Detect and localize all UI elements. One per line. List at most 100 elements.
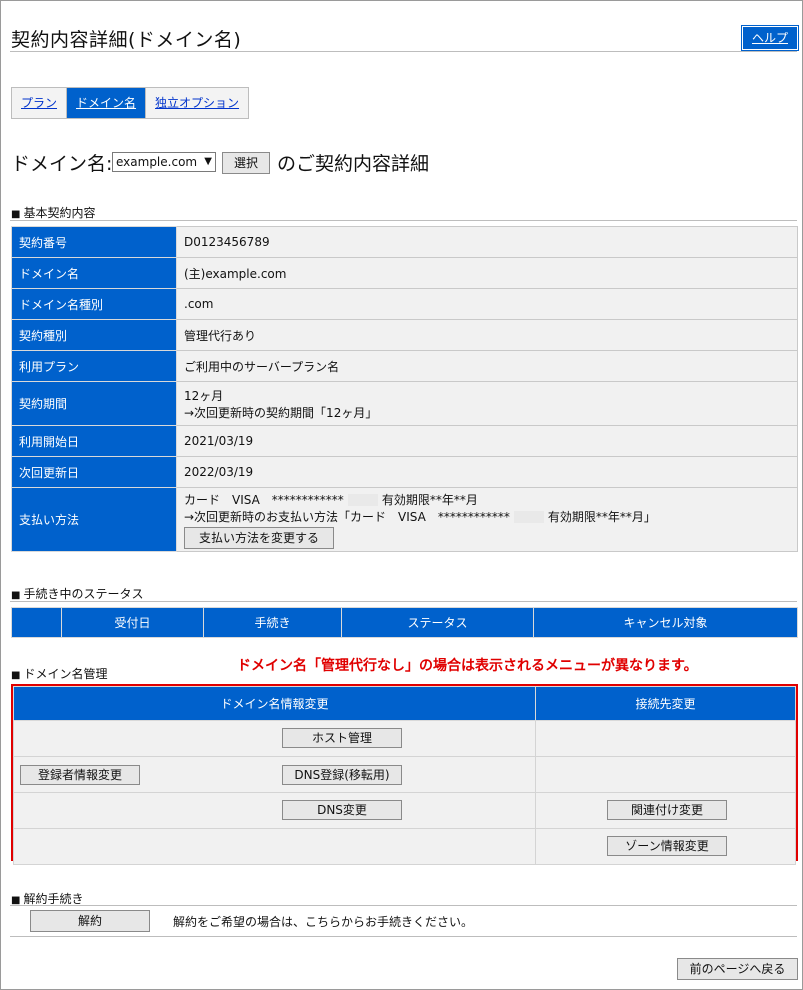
dns-register-button[interactable]: DNS登録(移転用) (282, 765, 402, 785)
cancel-contract-button[interactable]: 解約 (30, 910, 150, 932)
table-row: ドメイン名 (主)example.com (11, 257, 798, 289)
payment-next-expiry: 有効期限**年**月」 (547, 509, 656, 524)
masked-gap (513, 511, 544, 523)
row-value: D0123456789 (176, 226, 798, 258)
table-row: 登録者情報変更 DNS登録(移転用) (13, 756, 796, 793)
title-divider (10, 51, 797, 52)
domain-select-value: example.com (116, 155, 198, 169)
management-cell (535, 720, 796, 757)
management-cell (535, 756, 796, 793)
row-key: ドメイン名種別 (11, 288, 177, 320)
row-key: 契約種別 (11, 319, 177, 351)
tab-domain[interactable]: ドメイン名 (67, 88, 147, 118)
payment-next-card: →次回更新時のお支払い方法「カード VISA ************ (184, 509, 510, 524)
status-col-empty (11, 607, 62, 638)
masked-gap (347, 494, 378, 506)
host-management-button[interactable]: ホスト管理 (282, 728, 402, 748)
management-cell: 関連付け変更 (535, 792, 796, 829)
row-value: 2021/03/19 (176, 425, 798, 457)
table-row: ホスト管理 (13, 720, 796, 757)
chevron-down-icon: ▼ (204, 156, 212, 167)
table-header-row: ドメイン名情報変更 接続先変更 (13, 686, 796, 721)
management-cell: ゾーン情報変更 (535, 828, 796, 865)
contract-tabs: プラン ドメイン名 独立オプション (11, 87, 250, 119)
domain-label: ドメイン名: (11, 153, 113, 175)
row-key: 支払い方法 (11, 487, 177, 552)
row-value: 2022/03/19 (176, 456, 798, 488)
payment-card: カード VISA ************ (184, 492, 344, 507)
table-row: 契約期間 12ヶ月 →次回更新時の契約期間「12ヶ月」 (11, 381, 798, 426)
basic-section-title: 基本契約内容 (23, 206, 96, 220)
status-table: 受付日 手続き ステータス キャンセル対象 (11, 607, 798, 638)
square-bullet-icon: ■ (11, 670, 21, 681)
row-key: 利用プラン (11, 350, 177, 382)
row-value: (主)example.com (176, 257, 798, 289)
domain-select[interactable]: example.com ▼ (112, 152, 216, 172)
status-col-cancel: キャンセル対象 (533, 607, 798, 638)
management-cell: DNS変更 (13, 792, 536, 829)
tab-independent-option[interactable]: 独立オプション (146, 88, 249, 118)
registrant-info-button[interactable]: 登録者情報変更 (20, 765, 140, 785)
management-cell (13, 828, 536, 865)
row-key: 契約番号 (11, 226, 177, 258)
table-row: 支払い方法 カード VISA ************ 有効期限**年**月 →次… (11, 487, 798, 552)
square-bullet-icon: ■ (11, 209, 21, 220)
square-bullet-icon: ■ (11, 590, 21, 601)
row-key: 次回更新日 (11, 456, 177, 488)
basic-section-rule (10, 220, 797, 221)
row-key: 利用開始日 (11, 425, 177, 457)
management-section-title: ドメイン名管理 (23, 667, 108, 681)
select-button[interactable]: 選択 (222, 152, 270, 174)
table-row: 契約番号 D0123456789 (11, 226, 798, 258)
row-value: 12ヶ月 →次回更新時の契約期間「12ヶ月」 (176, 381, 798, 426)
status-section-title: 手続き中のステータス (23, 587, 144, 601)
status-col-date: 受付日 (61, 607, 204, 638)
management-col-info: ドメイン名情報変更 (13, 686, 536, 721)
table-row: ドメイン名種別 .com (11, 288, 798, 320)
row-key: ドメイン名 (11, 257, 177, 289)
page-frame: 契約内容詳細(ドメイン名) ヘルプ プラン ドメイン名 独立オプション ドメイン… (0, 0, 803, 990)
cancellation-text: 解約をご希望の場合は、こちらからお手続きください。 (173, 915, 474, 929)
management-warning: ドメイン名「管理代行なし」の場合は表示されるメニューが異なります。 (237, 658, 698, 674)
table-header-row: 受付日 手続き ステータス キャンセル対象 (11, 607, 798, 638)
table-row: DNS変更 関連付け変更 (13, 792, 796, 829)
dns-change-button[interactable]: DNS変更 (282, 800, 402, 820)
management-col-connect: 接続先変更 (535, 686, 796, 721)
table-row: 利用開始日 2021/03/19 (11, 425, 798, 457)
page-title: 契約内容詳細(ドメイン名) (11, 29, 242, 51)
payment-current: カード VISA ************ 有効期限**年**月 (184, 491, 790, 508)
tab-plan[interactable]: プラン (12, 88, 68, 118)
status-col-procedure: 手続き (203, 607, 342, 638)
status-section-heading: ■ 手続き中のステータス (11, 585, 143, 602)
link-change-button[interactable]: 関連付け変更 (607, 800, 727, 820)
table-row: 契約種別 管理代行あり (11, 319, 798, 351)
management-table: ドメイン名情報変更 接続先変更 ホスト管理 登録者情報変更 DNS登録(移転用)… (13, 686, 796, 865)
status-section-rule (10, 601, 797, 602)
back-button[interactable]: 前のページへ戻る (677, 958, 798, 980)
next-contract-period: →次回更新時の契約期間「12ヶ月」 (184, 405, 378, 420)
payment-expiry: 有効期限**年**月 (381, 492, 478, 507)
management-cell: ホスト管理 (13, 720, 536, 757)
zone-info-button[interactable]: ゾーン情報変更 (607, 836, 727, 856)
help-button[interactable]: ヘルプ (741, 25, 799, 51)
cancellation-rule-bottom (10, 936, 797, 937)
row-key: 契約期間 (11, 381, 177, 426)
basic-section-heading: ■ 基本契約内容 (11, 204, 95, 221)
row-value: ご利用中のサーバープラン名 (176, 350, 798, 382)
payment-next: →次回更新時のお支払い方法「カード VISA ************ 有効期限*… (184, 508, 790, 525)
status-col-status: ステータス (341, 607, 534, 638)
contract-period: 12ヶ月 (184, 388, 224, 403)
table-row: ゾーン情報変更 (13, 828, 796, 865)
cancellation-rule-top (10, 905, 797, 906)
row-value: .com (176, 288, 798, 320)
basic-contract-table: 契約番号 D0123456789 ドメイン名 (主)example.com ドメ… (11, 226, 798, 552)
management-section-heading: ■ ドメイン名管理 (11, 665, 107, 682)
row-value: 管理代行あり (176, 319, 798, 351)
table-row: 利用プラン ご利用中のサーバープラン名 (11, 350, 798, 382)
management-box: ドメイン名情報変更 接続先変更 ホスト管理 登録者情報変更 DNS登録(移転用)… (11, 684, 798, 865)
cancellation-section-title: 解約手続き (23, 892, 84, 906)
management-cell: 登録者情報変更 DNS登録(移転用) (13, 756, 536, 793)
row-value: カード VISA ************ 有効期限**年**月 →次回更新時のお… (176, 487, 798, 552)
domain-suffix: のご契約内容詳細 (277, 153, 430, 175)
change-payment-button[interactable]: 支払い方法を変更する (184, 526, 334, 549)
